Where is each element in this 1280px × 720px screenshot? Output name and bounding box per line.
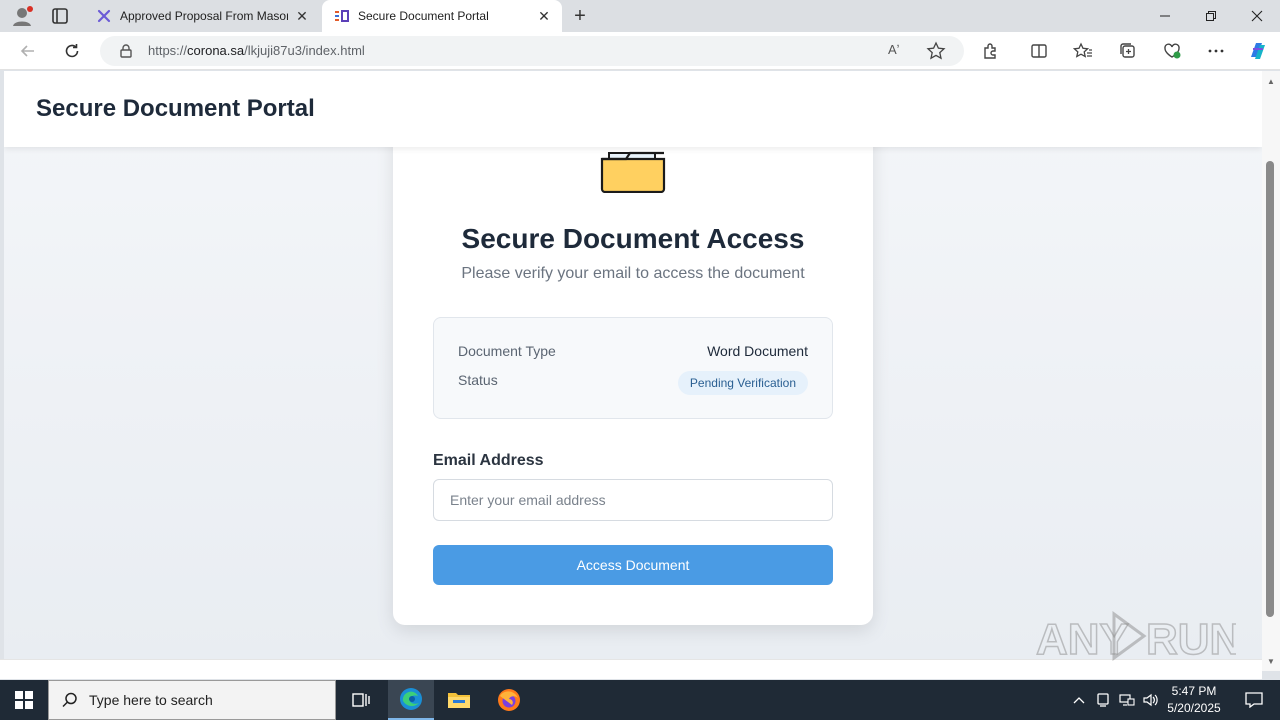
site-title: Secure Document Portal: [36, 95, 315, 122]
collections-icon[interactable]: [1114, 37, 1142, 65]
notification-center-icon[interactable]: [1234, 680, 1274, 720]
site-header: Secure Document Portal: [4, 71, 1262, 147]
clock-time: 5:47 PM: [1171, 684, 1217, 698]
new-tab-button[interactable]: +: [568, 4, 592, 28]
extensions-icon[interactable]: [977, 37, 1005, 65]
address-bar[interactable]: https://corona.sa/lkjuji87u3/index.html …: [100, 36, 964, 66]
lock-icon[interactable]: [118, 43, 134, 59]
browser-toolbar: https://corona.sa/lkjuji87u3/index.html …: [0, 32, 1280, 70]
favorites-icon[interactable]: [1069, 37, 1097, 65]
browser-tab-strip: Approved Proposal From Mason ✕ Secure Do…: [0, 0, 1280, 32]
more-menu-icon[interactable]: [1202, 37, 1230, 65]
browser-essentials-icon[interactable]: [1158, 37, 1186, 65]
search-icon: [61, 691, 79, 709]
status-badge: Pending Verification: [677, 371, 808, 395]
refresh-icon[interactable]: [58, 37, 86, 65]
favorite-star-icon[interactable]: [926, 41, 946, 61]
tab-secure-document-portal[interactable]: Secure Document Portal ✕: [322, 0, 562, 32]
url-text[interactable]: https://corona.sa/lkjuji87u3/index.html: [148, 43, 365, 58]
anyrun-watermark-logo: ANY RUN: [1036, 606, 1236, 666]
windows-start-icon[interactable]: [0, 680, 48, 720]
tab-favicon-icon: [334, 8, 350, 24]
clock-date: 5/20/2025: [1167, 701, 1221, 715]
network-icon[interactable]: [1116, 680, 1138, 720]
card-subtitle: Please verify your email to access the d…: [461, 265, 805, 282]
edge-browser-icon[interactable]: [388, 680, 434, 720]
windows-taskbar: Type here to search 5:47 PM 5/20/2025: [0, 680, 1280, 720]
security-tray-icon[interactable]: [1092, 680, 1114, 720]
document-info-panel: Document Type Word Document Status Pendi…: [433, 317, 833, 419]
tab-actions-icon[interactable]: [46, 4, 74, 28]
profile-icon[interactable]: [8, 4, 36, 28]
document-access-card: Secure Document Access Please verify you…: [393, 111, 873, 625]
tab-title: Secure Document Portal: [358, 9, 489, 23]
copilot-icon[interactable]: [1244, 37, 1272, 65]
scrollbar-thumb[interactable]: [1266, 161, 1274, 617]
svg-text:RUN: RUN: [1146, 615, 1236, 664]
search-placeholder: Type here to search: [89, 692, 213, 708]
tray-chevron-icon[interactable]: [1068, 680, 1090, 720]
folder-icon: [599, 139, 667, 194]
minimize-icon[interactable]: [1142, 0, 1188, 32]
read-aloud-icon[interactable]: Aʼ: [888, 42, 908, 60]
restore-icon[interactable]: [1188, 0, 1234, 32]
close-window-icon[interactable]: [1234, 0, 1280, 32]
close-tab-icon[interactable]: ✕: [294, 8, 310, 24]
card-title: Secure Document Access: [461, 223, 805, 254]
scroll-down-icon[interactable]: ▼: [1266, 657, 1276, 667]
tab-title: Approved Proposal From Mason: [120, 9, 288, 23]
status-label: Status: [458, 372, 498, 388]
document-type-label: Document Type: [458, 343, 556, 359]
page-viewport: Secure Document Portal Secure Document A…: [4, 71, 1262, 659]
volume-icon[interactable]: [1140, 680, 1162, 720]
vertical-scrollbar[interactable]: ▲ ▼: [1262, 71, 1280, 671]
taskbar-clock[interactable]: 5:47 PM 5/20/2025: [1160, 683, 1228, 717]
email-label: Email Address: [433, 452, 544, 469]
task-view-icon[interactable]: [338, 680, 384, 720]
taskbar-search-box[interactable]: Type here to search: [48, 680, 336, 720]
file-explorer-icon[interactable]: [436, 680, 482, 720]
split-screen-icon[interactable]: [1025, 37, 1053, 65]
email-input[interactable]: [433, 479, 833, 521]
access-document-button[interactable]: Access Document: [433, 545, 833, 585]
scroll-up-icon[interactable]: ▲: [1266, 77, 1276, 87]
back-arrow-icon[interactable]: [14, 37, 42, 65]
firefox-icon[interactable]: [486, 680, 532, 720]
close-tab-icon[interactable]: ✕: [536, 8, 552, 24]
tab-approved-proposal[interactable]: Approved Proposal From Mason ✕: [84, 0, 320, 32]
document-type-value: Word Document: [707, 343, 808, 359]
tab-favicon-icon: [96, 8, 112, 24]
